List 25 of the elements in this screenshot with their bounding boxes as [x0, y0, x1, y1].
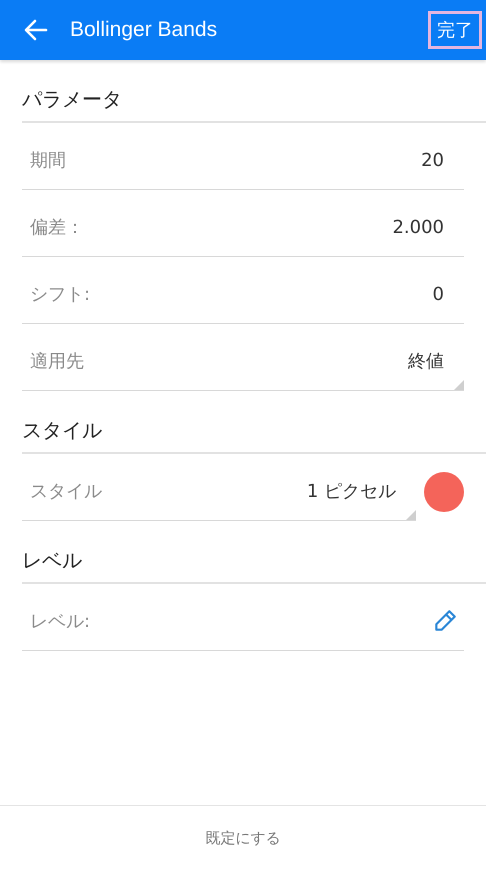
done-button[interactable]: 完了	[428, 11, 482, 49]
field-label: 偏差：	[30, 216, 84, 239]
back-arrow-icon[interactable]	[24, 19, 48, 41]
field-label: シフト:	[30, 283, 90, 306]
dropdown-field[interactable]: スタイル 1 ピクセル	[22, 462, 416, 521]
input-field[interactable]: 期間 20	[22, 131, 464, 190]
field-value: 20	[421, 150, 444, 170]
field-value: 終値	[408, 350, 444, 373]
field-value: 2.000	[392, 216, 444, 238]
field-label: 適用先	[30, 350, 84, 373]
field-label: スタイル	[30, 480, 102, 503]
dropdown-field[interactable]: 適用先 終値	[22, 332, 464, 391]
section-title: レベル	[22, 521, 486, 584]
screen-title: Bollinger Bands	[70, 18, 218, 42]
input-field[interactable]: 偏差： 2.000	[22, 198, 464, 257]
input-field[interactable]: シフト: 0	[22, 265, 464, 324]
field-value: 0	[432, 284, 444, 304]
section-title: スタイル	[22, 391, 486, 454]
section-title: パラメータ	[22, 60, 486, 123]
field-label: レベル:	[30, 610, 90, 633]
field-label: 期間	[30, 149, 66, 172]
field-value: 1 ピクセル	[306, 480, 396, 503]
dropdown-corner-icon	[454, 380, 464, 390]
color-swatch[interactable]	[424, 472, 464, 512]
dropdown-corner-icon	[406, 510, 416, 520]
